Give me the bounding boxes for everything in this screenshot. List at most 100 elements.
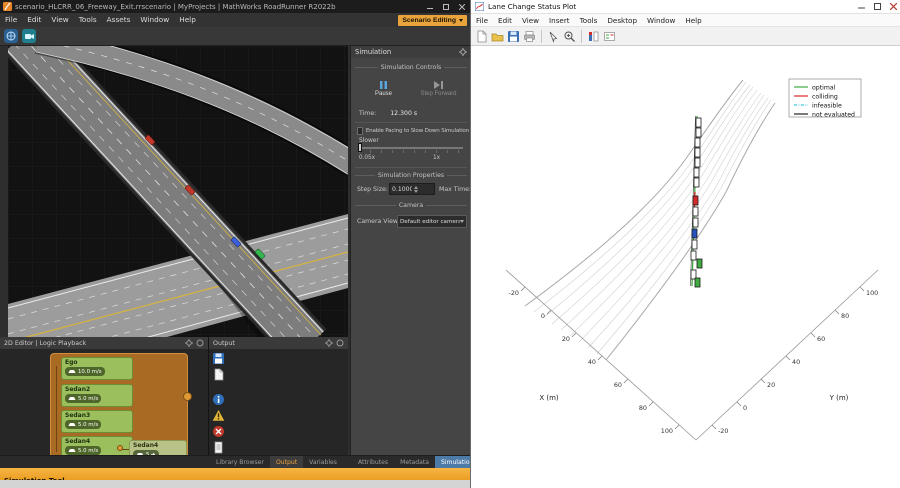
section-camera: Camera [355,202,467,209]
minimize-button[interactable] [853,0,869,13]
new-document-icon[interactable] [212,368,225,381]
menu-view[interactable]: View [46,13,73,27]
x-axis-label: X (m) [539,394,559,402]
logic-node-sedan2[interactable]: Sedan2 5.0 m/s [61,384,133,407]
3d-viewport[interactable] [8,46,348,337]
print-icon[interactable] [523,30,536,43]
lane-boundaries [525,80,775,360]
menu-window[interactable]: Window [135,13,174,27]
menu-window[interactable]: Window [642,14,680,27]
legend[interactable]: optimal colliding infeasible not evaluat… [789,79,861,119]
output-panel: Output [208,337,348,455]
pacing-checkbox[interactable] [357,127,363,135]
logic-editor-header[interactable]: 2D Editor | Logic Playback [0,337,208,349]
close-button[interactable] [454,0,470,13]
options-icon[interactable] [336,339,344,347]
output-panel-title: Output [213,340,325,347]
toolbar-separator [581,30,582,43]
warning-icon[interactable] [212,409,225,422]
menu-tools[interactable]: Tools [74,13,102,27]
menu-assets[interactable]: Assets [102,13,136,27]
logic-node-ego[interactable]: Ego 10.0 m/s [61,357,133,380]
speed-min-label: 0.05x [359,155,375,161]
maximize-button[interactable] [869,0,885,13]
phase-badge[interactable] [183,392,192,401]
menu-desktop[interactable]: Desktop [602,14,642,27]
menu-help[interactable]: Help [680,14,706,27]
y-tick: 20 [767,381,775,389]
menu-edit[interactable]: Edit [22,13,46,27]
step-size-value: 0.10000 s [390,186,412,193]
logic-node-sedan3[interactable]: Sedan3 5.0 m/s [61,410,133,433]
menu-file[interactable]: File [471,14,493,27]
menu-insert[interactable]: Insert [544,14,575,27]
gear-icon[interactable] [325,339,333,347]
car-icon [68,448,76,453]
node-speed: 5.0 m/s [78,422,98,428]
save-figure-icon[interactable] [507,30,520,43]
step-forward-button[interactable]: Step Forward [414,74,463,104]
open-file-icon[interactable] [491,30,504,43]
lane-change-plot[interactable]: -20 0 20 40 60 80 100 100 80 60 40 20 0 … [471,46,900,488]
camera-icon[interactable] [22,29,36,43]
figure-window: Lane Change Status Plot File Edit View I… [470,0,900,488]
figure-app-icon [475,2,484,11]
y-tick: 0 [743,404,747,412]
step-size-input[interactable]: 0.10000 s [389,183,435,195]
section-simulation-controls: Simulation Controls [355,64,467,71]
camera-view-dropdown[interactable]: Default editor camera [397,215,467,228]
save-log-icon[interactable] [212,352,225,365]
error-icon[interactable] [212,425,225,438]
info-icon[interactable] [212,393,225,406]
pause-button[interactable]: Pause [359,74,408,104]
roadrunner-app-icon [3,2,12,11]
menu-help[interactable]: Help [174,13,201,27]
insert-legend-icon[interactable] [603,30,616,43]
new-figure-icon[interactable] [475,30,488,43]
node-title: Sedan2 [65,386,129,393]
minimize-button[interactable] [422,0,438,13]
camera-view-label: Camera View [357,218,398,225]
logic-editor-title: 2D Editor | Logic Playback [4,340,185,347]
figure-menubar: File Edit View Insert Tools Desktop Wind… [471,14,900,27]
output-panel-header[interactable]: Output [209,337,348,349]
pause-icon [380,81,387,89]
menu-tools[interactable]: Tools [575,14,603,27]
roadrunner-titlebar[interactable]: scenario_HLCRR_06_Freeway_Exit.rrscenari… [0,0,470,13]
pacing-slider-thumb[interactable] [358,143,362,152]
figure-titlebar[interactable]: Lane Change Status Plot [471,0,900,14]
brand-strip: MathWorks® [0,480,470,488]
simulation-panel-header[interactable]: Simulation [351,46,470,58]
time-label: Time: [359,110,376,117]
car-icon [68,422,76,427]
menu-file[interactable]: File [0,13,22,27]
action-node-title: Sedan4 [133,442,183,449]
gear-icon[interactable] [459,48,467,56]
spinner-arrows-icon[interactable] [412,186,434,193]
x-tick: 0 [541,312,545,320]
y-tick: 80 [841,312,849,320]
edit-plot-icon[interactable] [547,30,560,43]
step-size-label: Step Size: [357,186,388,193]
globe-icon[interactable] [4,29,18,43]
x-tick: -20 [509,289,519,297]
legend-label: optimal [812,85,836,92]
menu-view[interactable]: View [517,14,544,27]
menu-edit[interactable]: Edit [493,14,517,27]
action-node-sedan4[interactable]: Sedan4 5 [129,440,187,455]
figure-window-title: Lane Change Status Plot [488,2,853,11]
options-icon[interactable] [196,339,204,347]
pacing-slider[interactable] [359,147,463,149]
report-icon[interactable] [212,441,225,454]
logic-editor-panel: 2D Editor | Logic Playback Ego 10.0 m/s … [0,337,208,455]
toolbar-separator [541,30,542,43]
maximize-button[interactable] [438,0,454,13]
close-button[interactable] [885,0,900,13]
y-tick: -20 [718,427,728,435]
insert-colorbar-icon[interactable] [587,30,600,43]
scenario-logic-group[interactable]: Ego 10.0 m/s Sedan2 5.0 m/s Sedan3 5.0 m… [50,353,188,455]
car-icon [68,369,76,374]
scenario-editing-button[interactable]: Scenario Editing [398,15,467,26]
gear-icon[interactable] [185,339,193,347]
zoom-in-icon[interactable] [563,30,576,43]
